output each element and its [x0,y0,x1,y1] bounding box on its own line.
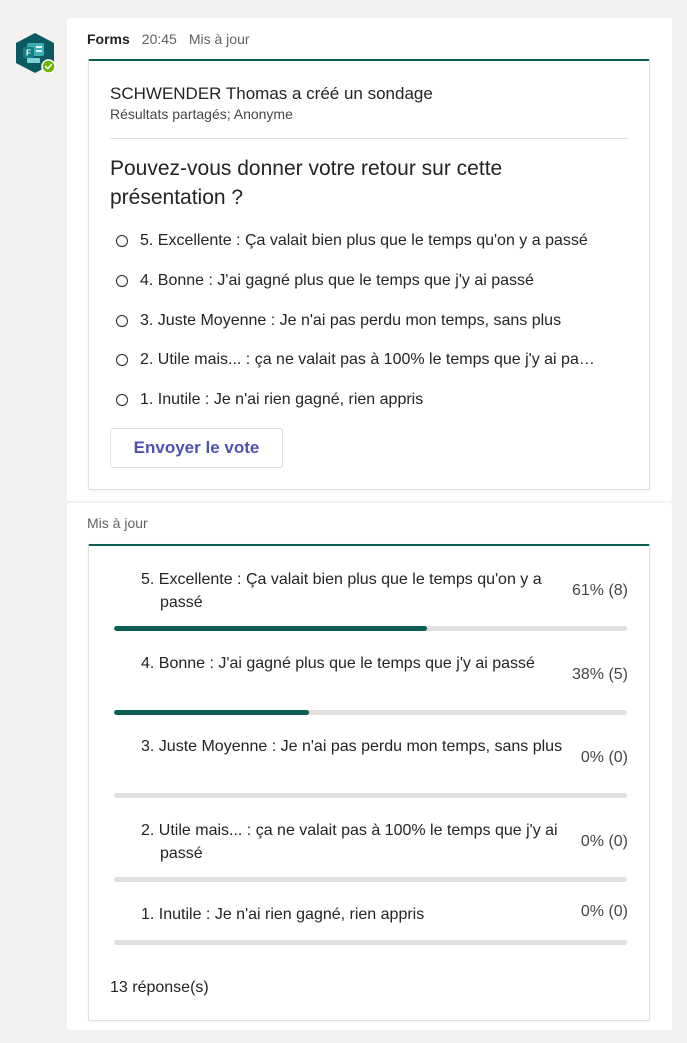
sender-name[interactable]: Forms [87,31,130,47]
result-percentage: 0% (0) [580,749,628,766]
radio-button[interactable] [116,394,128,406]
message-header: Forms 20:45 Mis à jour [87,31,250,47]
result-label: 5. Excellente : Ça valait bien plus que … [141,571,542,611]
submit-vote-button[interactable]: Envoyer le vote [110,428,283,468]
result-bar-track [114,710,627,715]
poll-option-label: 3. Juste Moyenne : Je n'ai pas perdu mon… [140,312,562,329]
result-bar-track [114,940,627,945]
message-poll-results: Mis à jour 5. Excellente : Ça valait bie… [67,503,672,1030]
result-bar-fill [114,626,427,631]
poll-option[interactable]: 3. Juste Moyenne : Je n'ai pas perdu mon… [116,310,636,332]
result-percentage: 0% (0) [580,903,628,920]
result-bar-track [114,626,627,631]
forms-app-icon: F [16,33,56,74]
result-percentage: 0% (0) [580,833,628,850]
svg-text:F: F [26,49,31,58]
result-label: 4. Bonne : J'ai gagné plus que le temps … [141,655,535,672]
poll-creator-line: SCHWENDER Thomas a créé un sondage [110,84,433,103]
edited-label: Mis à jour [188,31,250,47]
poll-option-label: 5. Excellente : Ça valait bien plus que … [140,232,588,249]
poll-option[interactable]: 1. Inutile : Je n'ai rien gagné, rien ap… [116,389,636,411]
results-card: 5. Excellente : Ça valait bien plus que … [88,544,650,1021]
result-bar-track [114,793,627,798]
poll-option[interactable]: 5. Excellente : Ça valait bien plus que … [116,230,636,252]
message-time: 20:45 [141,31,177,47]
result-bar-fill [114,710,309,715]
radio-button[interactable] [116,275,128,287]
presence-status-icon [41,59,56,74]
poll-option-label: 2. Utile mais... : ça ne valait pas à 10… [140,351,599,368]
result-label: 1. Inutile : Je n'ai rien gagné, rien ap… [141,906,425,923]
result-label: 3. Juste Moyenne : Je n'ai pas perdu mon… [141,738,563,755]
poll-option[interactable]: 4. Bonne : J'ai gagné plus que le temps … [116,270,636,292]
edited-label: Mis à jour [87,515,148,531]
poll-card: SCHWENDER Thomas a créé un sondage Résul… [88,59,650,490]
poll-question: Pouvez-vous donner votre retour sur cett… [110,157,503,209]
forms-app-avatar[interactable]: F [12,32,58,74]
result-percentage: 38% (5) [571,666,628,683]
result-percentage: 61% (8) [571,582,628,599]
response-count: 13 réponse(s) [110,979,209,996]
poll-option[interactable]: 2. Utile mais... : ça ne valait pas à 10… [116,349,599,371]
radio-button[interactable] [116,315,128,327]
poll-option-label: 4. Bonne : J'ai gagné plus que le temps … [140,272,534,289]
divider [110,138,628,139]
result-label: 2. Utile mais... : ça ne valait pas à 10… [141,822,558,862]
radio-button[interactable] [116,235,128,247]
poll-option-label: 1. Inutile : Je n'ai rien gagné, rien ap… [140,391,424,408]
result-bar-track [114,877,627,882]
poll-subtitle: Résultats partagés; Anonyme [110,106,293,122]
message-poll: Forms 20:45 Mis à jour SCHWENDER Thomas … [67,18,672,501]
radio-button[interactable] [116,354,128,366]
